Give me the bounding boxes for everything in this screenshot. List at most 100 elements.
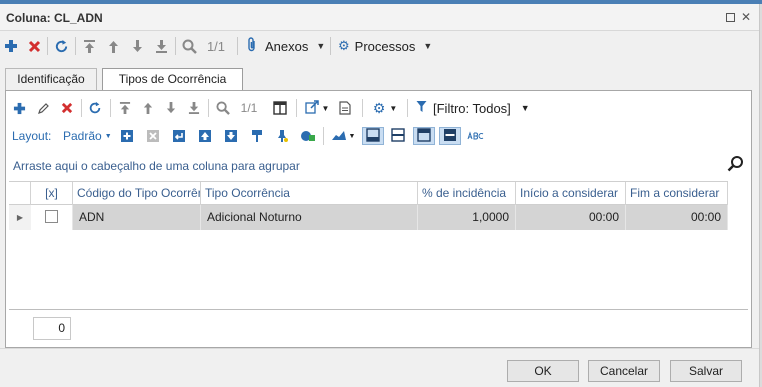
document-icon[interactable] — [337, 99, 353, 117]
insert-row-icon[interactable] — [171, 127, 187, 145]
separator — [81, 99, 82, 117]
gear-icon: ⚙ — [338, 38, 350, 53]
filter-menu[interactable]: [Filtro: Todos] ▼ — [416, 99, 530, 117]
processos-label: Processos — [354, 38, 416, 54]
tab-label: Tipos de Ocorrência — [118, 72, 227, 86]
refresh-icon[interactable] — [53, 37, 69, 55]
shape-style-icon[interactable] — [299, 127, 317, 145]
title-bar: Coluna: CL_ADN ✕ — [0, 4, 759, 31]
column-header-fim[interactable]: Fim a considerar — [626, 182, 728, 205]
delete-icon[interactable] — [59, 99, 75, 117]
tab-identificacao[interactable]: Identificação — [5, 68, 97, 90]
search-icon[interactable] — [180, 37, 198, 55]
area-chart-icon — [331, 129, 347, 144]
spellcheck-icon[interactable] — [466, 127, 486, 145]
previous-record-icon[interactable] — [140, 99, 156, 117]
separator — [330, 37, 331, 55]
ok-button[interactable]: OK — [507, 360, 579, 382]
anexos-menu[interactable]: Anexos ▼ — [247, 37, 325, 55]
highlight-icon[interactable] — [274, 127, 290, 145]
last-record-icon[interactable] — [186, 99, 202, 117]
table-row[interactable]: ▶ ADN Adicional Noturno 1,0000 00:00 00:… — [9, 205, 728, 230]
add-icon[interactable] — [3, 37, 19, 55]
row-indicator-arrow-icon[interactable]: ▶ — [9, 205, 31, 230]
grid-toolbar: 1/1 ▼ ⚙ ▼ [Filtro: Todos] ▼ — [6, 97, 751, 119]
maximize-icon[interactable] — [723, 10, 737, 24]
move-down-icon[interactable] — [223, 127, 239, 145]
first-record-icon[interactable] — [81, 37, 97, 55]
last-record-icon[interactable] — [153, 37, 169, 55]
top-pane-icon — [417, 127, 431, 145]
paperclip-icon — [247, 37, 259, 55]
anexos-label: Anexos — [265, 38, 309, 54]
save-button[interactable]: Salvar — [670, 360, 742, 382]
footer-divider — [0, 348, 759, 349]
column-header-inicio[interactable]: Início a considerar — [516, 182, 626, 205]
row-indicator-header — [9, 182, 31, 205]
grid-search-icon[interactable] — [727, 155, 745, 173]
layout-value: Padrão — [63, 129, 102, 143]
separator — [75, 37, 76, 55]
column-header-codigo[interactable]: Código do Tipo Ocorrên... — [73, 182, 201, 205]
tab-tipos-de-ocorrencia[interactable]: Tipos de Ocorrência — [102, 68, 243, 92]
search-icon[interactable] — [214, 99, 231, 117]
grid-header-row: [x] Código do Tipo Ocorrên... Tipo Ocorr… — [9, 181, 728, 205]
paint-format-icon[interactable] — [249, 127, 265, 145]
cancel-button[interactable]: Cancelar — [588, 360, 660, 382]
chart-menu[interactable]: ▼ — [328, 127, 358, 145]
gear-icon: ⚙ — [372, 99, 386, 116]
cell-inicio[interactable]: 00:00 — [516, 205, 626, 230]
bottom-pane-icon — [366, 127, 380, 145]
export-icon — [304, 99, 319, 117]
filter-label: [Filtro: Todos] — [433, 100, 511, 116]
move-up-icon[interactable] — [197, 127, 213, 145]
separator — [208, 99, 209, 117]
close-icon[interactable]: ✕ — [739, 10, 753, 24]
settings-menu[interactable]: ⚙ ▼ — [370, 99, 400, 117]
column-header-tipo[interactable]: Tipo Ocorrência — [201, 182, 418, 205]
tab-panel: 1/1 ▼ ⚙ ▼ [Filtro: Todos] ▼ Layout: Padr… — [5, 90, 752, 348]
row-checkbox[interactable] — [45, 210, 58, 223]
layout-top-pane-toggle[interactable] — [413, 127, 435, 145]
next-record-icon[interactable] — [163, 99, 179, 117]
group-by-hint[interactable]: Arraste aqui o cabeçalho de uma coluna p… — [13, 159, 300, 173]
delete-icon[interactable] — [26, 37, 42, 55]
export-menu[interactable]: ▼ — [303, 99, 331, 117]
cell-incidencia[interactable]: 1,0000 — [418, 205, 516, 230]
cell-tipo[interactable]: Adicional Noturno — [201, 205, 418, 230]
chevron-down-icon: ▼ — [321, 103, 330, 113]
row-select-cell[interactable] — [31, 205, 73, 230]
record-pager: 1/1 — [206, 38, 226, 54]
previous-record-icon[interactable] — [105, 37, 121, 55]
cell-codigo[interactable]: ADN — [73, 205, 201, 230]
chevron-down-icon: ▼ — [348, 132, 356, 140]
chevron-down-icon: ▼ — [316, 41, 326, 51]
add-icon[interactable] — [11, 99, 27, 117]
columns-icon[interactable] — [272, 99, 288, 117]
layout-label: Layout: — [12, 129, 52, 143]
remove-row-icon[interactable] — [145, 127, 161, 145]
cell-fim[interactable]: 00:00 — [626, 205, 728, 230]
refresh-icon[interactable] — [87, 99, 103, 117]
layout-dropdown[interactable]: Padrão ▼ — [63, 127, 112, 145]
separator — [47, 37, 48, 55]
add-row-icon[interactable] — [119, 127, 135, 145]
next-record-icon[interactable] — [129, 37, 145, 55]
layout-both-pane-toggle[interactable] — [439, 127, 461, 145]
separator — [175, 37, 176, 55]
column-header-select[interactable]: [x] — [31, 182, 73, 205]
layout-toolbar: Layout: Padrão ▼ ▼ — [6, 125, 751, 147]
separator — [407, 99, 408, 117]
first-record-icon[interactable] — [117, 99, 133, 117]
chevron-down-icon: ▼ — [104, 132, 112, 140]
layout-bottom-pane-toggle[interactable] — [362, 127, 384, 145]
edit-icon[interactable] — [35, 99, 51, 117]
separator — [110, 99, 111, 117]
separator — [362, 99, 363, 117]
filter-icon — [416, 100, 427, 116]
layout-split-toggle[interactable] — [389, 127, 407, 145]
both-panes-icon — [443, 128, 457, 145]
processos-menu[interactable]: ⚙ Processos ▼ — [338, 37, 432, 55]
separator — [323, 127, 324, 145]
column-header-incidencia[interactable]: % de incidência — [418, 182, 516, 205]
